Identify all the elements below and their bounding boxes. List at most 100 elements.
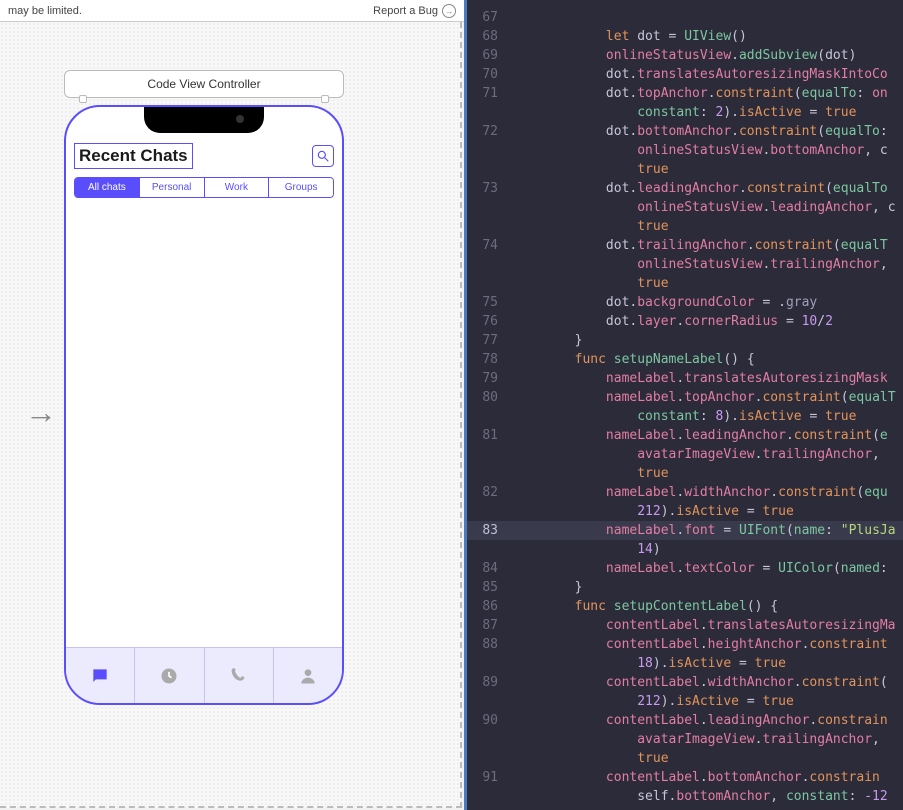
chat-header: Recent Chats	[74, 143, 334, 169]
code-line[interactable]: avatarImageView.trailingAnchor,	[464, 445, 903, 464]
code-line[interactable]: 68 let dot = UIView()	[464, 27, 903, 46]
line-number: 88	[464, 635, 512, 654]
line-number	[464, 692, 512, 711]
gutter-accent	[464, 0, 467, 810]
phone-mock: Recent Chats All chats Personal Work Gro…	[64, 105, 344, 705]
nav-chat[interactable]	[66, 648, 135, 703]
line-number: 70	[464, 65, 512, 84]
resize-handle-icon[interactable]: →	[25, 394, 57, 431]
line-number	[464, 464, 512, 483]
code-line[interactable]: 80 nameLabel.topAnchor.constraint(equalT	[464, 388, 903, 407]
code-text: constant: 8).isActive = true	[512, 407, 903, 426]
code-text: dot.bottomAnchor.constraint(equalTo:	[512, 122, 903, 141]
code-line[interactable]: true	[464, 749, 903, 768]
tab-work[interactable]: Work	[205, 178, 270, 197]
code-line[interactable]: 78 func setupNameLabel() {	[464, 350, 903, 369]
code-line[interactable]: 212).isActive = true	[464, 692, 903, 711]
code-line[interactable]: 74 dot.trailingAnchor.constraint(equalT	[464, 236, 903, 255]
code-line[interactable]: 72 dot.bottomAnchor.constraint(equalTo:	[464, 122, 903, 141]
code-line[interactable]: 89 contentLabel.widthAnchor.constraint(	[464, 673, 903, 692]
line-number: 73	[464, 179, 512, 198]
code-text: constant: 2).isActive = true	[512, 103, 903, 122]
code-line[interactable]: 86 func setupContentLabel() {	[464, 597, 903, 616]
code-line[interactable]: 75 dot.backgroundColor = .gray	[464, 293, 903, 312]
code-line[interactable]: 83 nameLabel.font = UIFont(name: "PlusJa	[464, 521, 903, 540]
report-bug-button[interactable]: Report a Bug →	[373, 4, 456, 18]
code-line[interactable]: 91 contentLabel.bottomAnchor.constrain	[464, 768, 903, 787]
code-line[interactable]: 18).isActive = true	[464, 654, 903, 673]
code-line[interactable]: onlineStatusView.trailingAnchor,	[464, 255, 903, 274]
code-line[interactable]: 85 }	[464, 578, 903, 597]
code-line[interactable]: onlineStatusView.leadingAnchor, c	[464, 198, 903, 217]
code-line[interactable]: 84 nameLabel.textColor = UIColor(named:	[464, 559, 903, 578]
code-line[interactable]: 14)	[464, 540, 903, 559]
code-line[interactable]: 79 nameLabel.translatesAutoresizingMask	[464, 369, 903, 388]
line-number: 69	[464, 46, 512, 65]
code-text: nameLabel.leadingAnchor.constraint(e	[512, 426, 903, 445]
code-line[interactable]: true	[464, 217, 903, 236]
line-number: 74	[464, 236, 512, 255]
code-text	[512, 8, 903, 27]
code-line[interactable]: 81 nameLabel.leadingAnchor.constraint(e	[464, 426, 903, 445]
code-text: nameLabel.translatesAutoresizingMask	[512, 369, 903, 388]
phone-notch	[144, 107, 264, 133]
nav-history[interactable]	[135, 648, 204, 703]
preview-header: may be limited. Report a Bug →	[0, 0, 464, 22]
code-editor[interactable]: 67 68 let dot = UIView()69 onlineStatusV…	[464, 0, 903, 810]
code-text: avatarImageView.trailingAnchor,	[512, 445, 903, 464]
code-text: contentLabel.bottomAnchor.constrain	[512, 768, 903, 787]
code-text: self.bottomAnchor, constant: -12	[512, 787, 903, 806]
code-text: onlineStatusView.addSubview(dot)	[512, 46, 903, 65]
code-line[interactable]: onlineStatusView.bottomAnchor, c	[464, 141, 903, 160]
code-line[interactable]: constant: 2).isActive = true	[464, 103, 903, 122]
nav-calls[interactable]	[205, 648, 274, 703]
code-line[interactable]: true	[464, 464, 903, 483]
line-number	[464, 445, 512, 464]
code-line[interactable]: constant: 8).isActive = true	[464, 407, 903, 426]
code-line[interactable]: true	[464, 274, 903, 293]
person-icon	[298, 666, 318, 686]
line-number	[464, 141, 512, 160]
search-button[interactable]	[312, 145, 334, 167]
code-line[interactable]: 70 dot.translatesAutoresizingMaskIntoCo	[464, 65, 903, 84]
code-text: true	[512, 217, 903, 236]
line-number: 77	[464, 331, 512, 350]
code-text: nameLabel.textColor = UIColor(named:	[512, 559, 903, 578]
line-number: 83	[464, 521, 512, 540]
code-line[interactable]: 71 dot.topAnchor.constraint(equalTo: on	[464, 84, 903, 103]
line-number: 75	[464, 293, 512, 312]
code-line[interactable]: avatarImageView.trailingAnchor,	[464, 730, 903, 749]
tab-all-chats[interactable]: All chats	[75, 178, 140, 197]
line-number	[464, 407, 512, 426]
tab-personal[interactable]: Personal	[140, 178, 205, 197]
nav-profile[interactable]	[274, 648, 342, 703]
arrow-right-icon: →	[442, 4, 456, 18]
code-line[interactable]: 88 contentLabel.heightAnchor.constraint	[464, 635, 903, 654]
chat-heading[interactable]: Recent Chats	[74, 143, 193, 169]
code-text: let dot = UIView()	[512, 27, 903, 46]
code-line[interactable]: 69 onlineStatusView.addSubview(dot)	[464, 46, 903, 65]
line-number	[464, 217, 512, 236]
line-number: 85	[464, 578, 512, 597]
code-line[interactable]: 212).isActive = true	[464, 502, 903, 521]
code-text: contentLabel.translatesAutoresizingMa	[512, 616, 903, 635]
code-line[interactable]: self.bottomAnchor, constant: -12	[464, 787, 903, 806]
code-line[interactable]: 77 }	[464, 331, 903, 350]
code-text: onlineStatusView.leadingAnchor, c	[512, 198, 903, 217]
code-text: dot.topAnchor.constraint(equalTo: on	[512, 84, 903, 103]
controller-label[interactable]: Code View Controller	[64, 70, 344, 98]
line-number: 84	[464, 559, 512, 578]
code-line[interactable]: 73 dot.leadingAnchor.constraint(equalTo	[464, 179, 903, 198]
code-line[interactable]: 67	[464, 8, 903, 27]
code-line[interactable]: 76 dot.layer.cornerRadius = 10/2	[464, 312, 903, 331]
search-icon	[316, 149, 330, 163]
code-line[interactable]: 87 contentLabel.translatesAutoresizingMa	[464, 616, 903, 635]
code-line[interactable]: true	[464, 160, 903, 179]
code-text: onlineStatusView.trailingAnchor,	[512, 255, 903, 274]
code-line[interactable]: 90 contentLabel.leadingAnchor.constrain	[464, 711, 903, 730]
code-text: 18).isActive = true	[512, 654, 903, 673]
code-line[interactable]: 82 nameLabel.widthAnchor.constraint(equ	[464, 483, 903, 502]
line-number: 68	[464, 27, 512, 46]
tab-groups[interactable]: Groups	[269, 178, 333, 197]
line-number: 89	[464, 673, 512, 692]
